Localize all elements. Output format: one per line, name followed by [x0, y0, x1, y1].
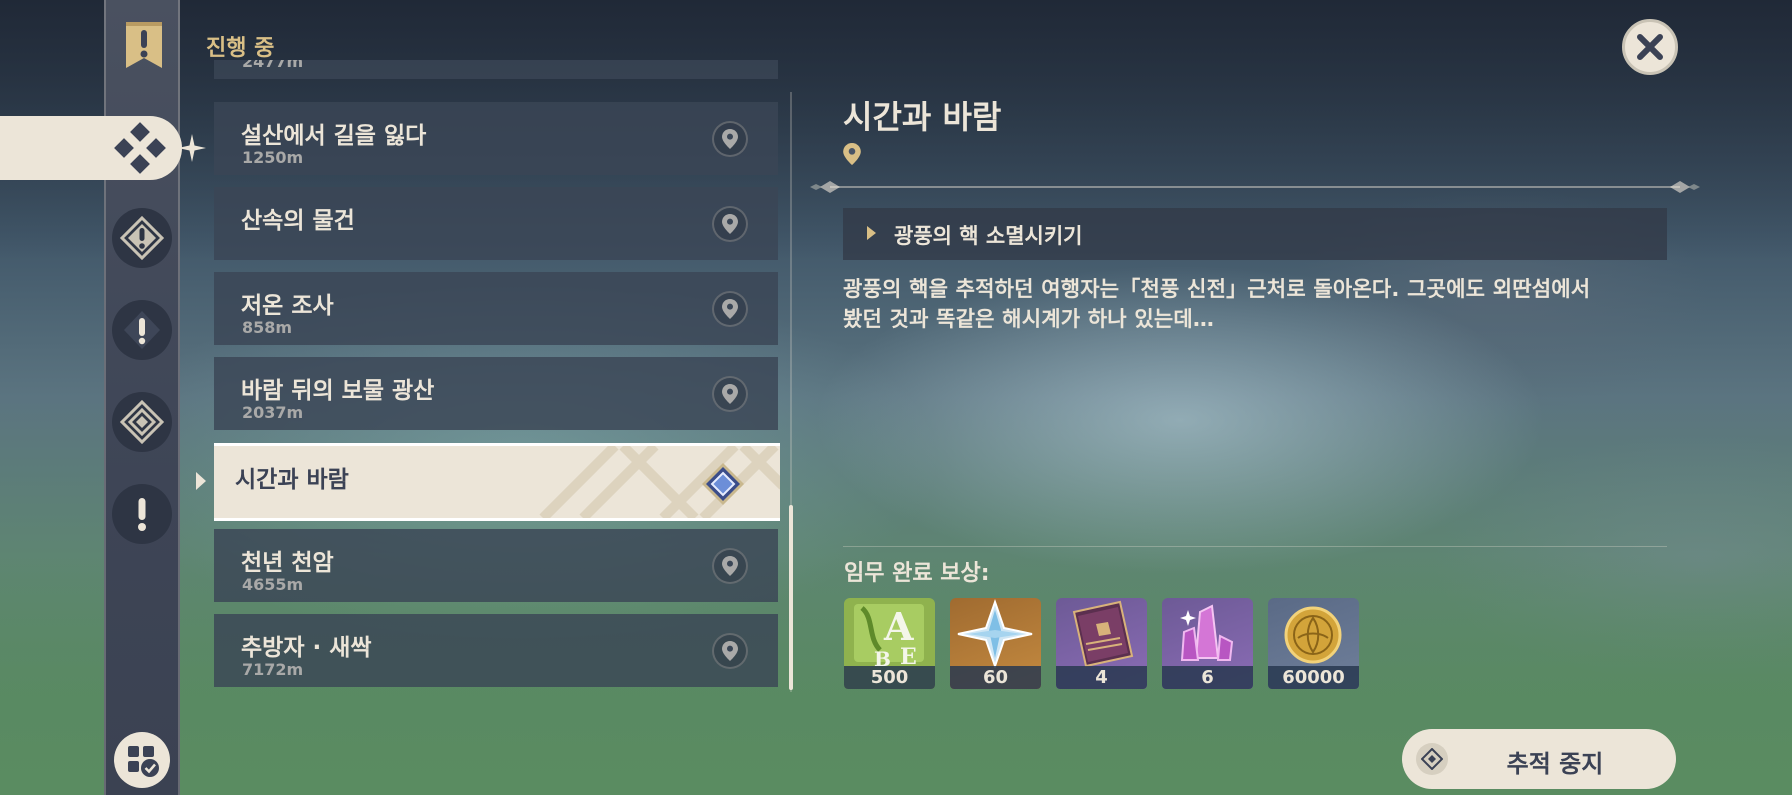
mystic-ore-icon [1180, 604, 1234, 661]
quest-distance: 7172m [242, 660, 304, 679]
quest-log-settings-button[interactable] [114, 732, 170, 788]
reward-mora[interactable]: 60000 [1268, 598, 1359, 689]
quest-distance: 4655m [242, 575, 304, 594]
commission-quest-icon [120, 400, 164, 444]
svg-text:A: A [883, 604, 914, 649]
close-button[interactable] [1622, 19, 1678, 75]
navigate-button[interactable] [712, 121, 748, 157]
reward-count: 500 [844, 666, 935, 689]
reward-heading: 임무 완료 보상: [844, 561, 990, 586]
stop-tracking-label: 추적 중지 [1506, 750, 1604, 778]
quest-distance: 2037m [242, 403, 304, 422]
quest-name: 저온 조사 [241, 293, 334, 319]
map-pin-icon [722, 129, 738, 149]
quest-item-selected[interactable]: 시간과 바람 [214, 443, 780, 521]
tab-story-quests[interactable] [112, 300, 172, 360]
quest-name: 추방자 · 새싹 [241, 635, 372, 661]
reward-mystic-ore[interactable]: 6 [1162, 598, 1253, 689]
status-heading: 진행 중 [206, 36, 275, 61]
map-pin-icon [722, 641, 738, 661]
tab-archon-quests[interactable] [112, 208, 172, 268]
map-pin-icon [722, 384, 738, 404]
quest-list: 2477m 설산에서 길을 잃다 1250m 산속의 물건 저온 조사 858m… [214, 60, 780, 700]
quest-name: 설산에서 길을 잃다 [241, 123, 427, 149]
svg-text:B: B [874, 647, 891, 668]
reward-heros-wit[interactable]: 4 [1056, 598, 1147, 689]
quest-name: 천년 천암 [241, 550, 334, 576]
quest-distance: 2477m [242, 60, 304, 71]
quest-item[interactable]: 천년 천암 4655m [214, 529, 778, 602]
primogem-icon [957, 598, 1033, 668]
tab-world-quests-active[interactable] [0, 116, 206, 180]
reward-count: 60 [950, 666, 1041, 689]
navigate-button[interactable] [712, 376, 748, 412]
quest-item[interactable]: 추방자 · 새싹 7172m [214, 614, 778, 687]
map-pin-icon [722, 556, 738, 576]
exclamation-icon [138, 498, 146, 531]
adventure-exp-icon: A E B [854, 604, 924, 668]
quest-name: 산속의 물건 [241, 208, 355, 234]
map-pin-icon [722, 299, 738, 319]
banner-quest-icon [126, 22, 162, 68]
selection-arrow-icon [196, 472, 206, 490]
story-quest-icon [124, 311, 160, 349]
quest-distance: 1250m [242, 148, 304, 167]
checklist-icon [128, 746, 159, 777]
heros-wit-icon [1072, 600, 1134, 668]
archon-quest-icon [120, 216, 164, 260]
reward-count: 6 [1162, 666, 1253, 689]
world-quest-icon [114, 122, 166, 174]
quest-item[interactable]: 바람 뒤의 보물 광산 2037m [214, 357, 778, 430]
reward-count: 4 [1056, 666, 1147, 689]
ornamental-divider [810, 181, 1700, 193]
tab-commission-quests[interactable] [112, 392, 172, 452]
sparkle-icon [178, 134, 206, 162]
reward-count: 60000 [1268, 666, 1359, 689]
location-pin-icon[interactable] [843, 143, 861, 165]
reward-adventure-exp[interactable]: A E B 500 [844, 598, 935, 689]
mora-icon [1284, 606, 1342, 664]
map-pin-icon [722, 214, 738, 234]
expand-arrow-icon [867, 226, 876, 240]
tracking-diamond-icon[interactable] [701, 462, 745, 506]
navigate-button[interactable] [712, 548, 748, 584]
quest-objective[interactable]: 광풍의 핵 소멸시키기 [843, 208, 1667, 260]
objective-text: 광풍의 핵 소멸시키기 [894, 224, 1083, 248]
navigate-button[interactable] [712, 291, 748, 327]
quest-item[interactable]: 산속의 물건 [214, 187, 778, 260]
tab-other-quests[interactable] [112, 484, 172, 544]
quest-item[interactable]: 저온 조사 858m [214, 272, 778, 345]
quest-name: 시간과 바람 [235, 467, 349, 493]
quest-item[interactable]: 설산에서 길을 잃다 1250m [214, 102, 778, 175]
reward-primogem[interactable]: 60 [950, 598, 1041, 689]
scrollbar-thumb[interactable] [789, 505, 793, 690]
close-icon [1637, 34, 1663, 60]
quest-item-partial[interactable]: 2477m [214, 60, 778, 79]
quest-name: 바람 뒤의 보물 광산 [241, 378, 435, 404]
divider [843, 546, 1667, 547]
quest-description: 광풍의 핵을 추적하던 여행자는「천풍 신전」근처로 돌아온다. 그곳에도 외딴… [843, 277, 1591, 331]
quest-title: 시간과 바람 [843, 98, 1002, 136]
stop-tracking-button[interactable]: 추적 중지 [1402, 729, 1676, 789]
quest-distance: 858m [242, 318, 293, 337]
navigate-button[interactable] [712, 633, 748, 669]
svg-text:E: E [900, 644, 917, 668]
navigate-button[interactable] [712, 206, 748, 242]
